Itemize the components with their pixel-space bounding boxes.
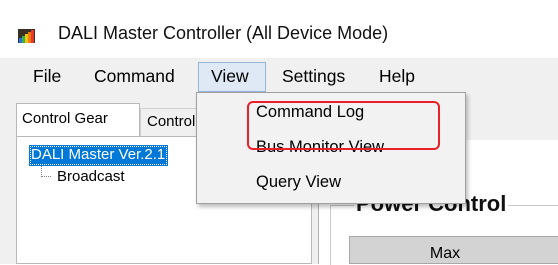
tab-label: Control Gear [22,110,108,127]
tree-connector [41,166,51,177]
max-button-label: Max [429,245,461,262]
menu-settings[interactable]: Settings [282,66,345,87]
menu-view[interactable]: View [211,66,249,87]
window-title: DALI Master Controller (All Device Mode) [58,23,389,43]
tree-node-broadcast[interactable]: Broadcast [57,168,125,185]
title-bar: DALI Master Controller (All Device Mode) [0,0,558,58]
annotation-highlight-box [247,101,440,150]
max-button[interactable]: Max [349,236,558,264]
dali-app-icon [18,29,35,43]
menu-help[interactable]: Help [379,66,415,87]
tree-node-root[interactable]: DALI Master Ver.2.1 [29,145,169,166]
menu-file[interactable]: File [33,66,61,87]
tab-control-gear[interactable]: Control Gear [16,103,140,136]
menu-item-query-view[interactable]: Query View [256,173,341,192]
menu-command[interactable]: Command [94,66,175,87]
